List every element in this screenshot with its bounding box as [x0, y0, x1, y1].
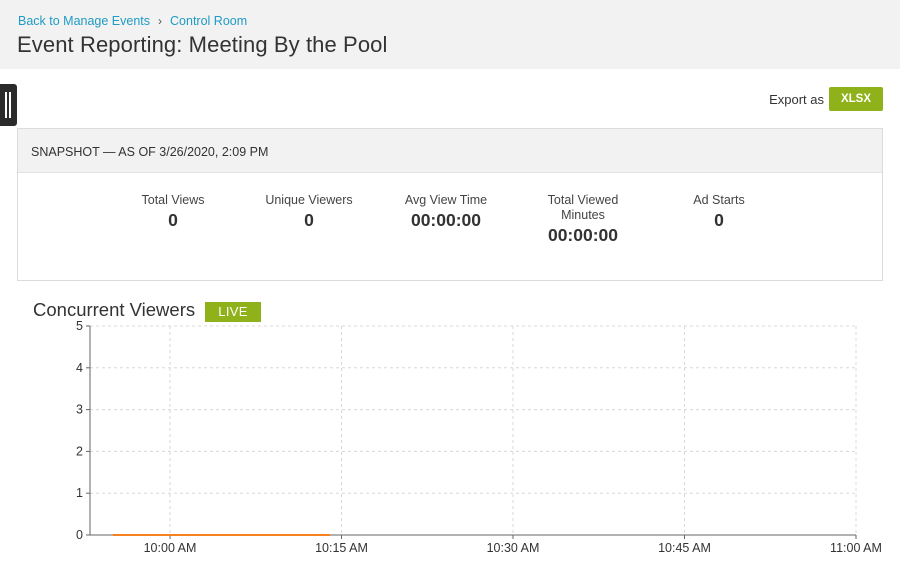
x-tick-label: 11:00 AM [830, 541, 882, 555]
x-tick-label: 10:45 AM [658, 541, 711, 555]
concurrent-viewers-chart: 0 1 2 3 4 5 10:00 AM 10:15 AM 10:30 AM 10:45 AM 11… [76, 319, 882, 555]
x-tick-label: 10:00 AM [144, 541, 197, 555]
y-tick-label: 1 [76, 486, 83, 500]
y-tick-label: 4 [76, 361, 83, 375]
x-tick-label: 10:15 AM [315, 541, 368, 555]
y-tick-label: 5 [76, 319, 83, 333]
x-tick-label: 10:30 AM [487, 541, 540, 555]
y-tick-label: 3 [76, 403, 83, 417]
y-tick-label: 0 [76, 528, 83, 542]
y-tick-label: 2 [76, 444, 83, 458]
